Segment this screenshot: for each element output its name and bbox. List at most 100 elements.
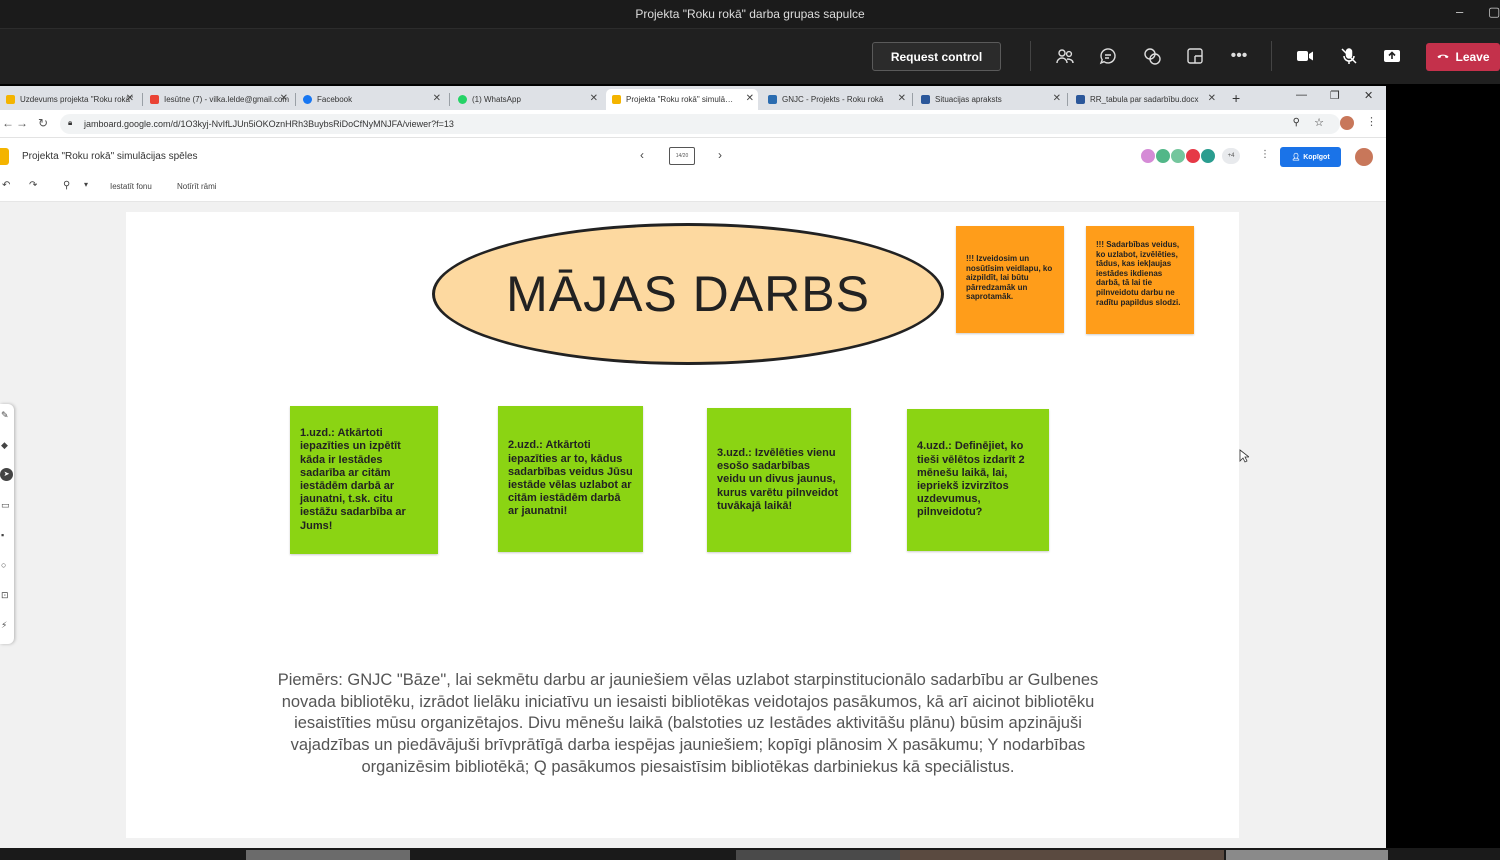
minimize-icon[interactable]: — [1296, 89, 1307, 101]
undo-icon[interactable]: ↶ [2, 180, 10, 191]
browser-tab[interactable]: (1) WhatsApp ✕ [452, 89, 602, 110]
video-thumbnail[interactable] [736, 850, 900, 860]
browser-tab[interactable]: GNJC - Projekts - Roku rokā ✕ [762, 89, 910, 110]
collaborator-avatar [1155, 148, 1171, 164]
zoom-dropdown-icon[interactable]: ▾ [84, 180, 88, 189]
close-tab-icon[interactable]: ✕ [1208, 93, 1216, 104]
word-icon [921, 95, 930, 104]
browser-tab[interactable]: Uzdevums projekta "Roku rokā" ✕ [0, 89, 138, 110]
user-avatar[interactable] [1355, 148, 1373, 166]
forward-icon[interactable]: → [16, 116, 28, 130]
camera-icon[interactable] [1292, 43, 1318, 69]
browser-tab-active[interactable]: Projekta "Roku rokā" simulācijas spēles … [606, 89, 758, 110]
sticky-note-task[interactable]: 2.uzd.: Atkārtoti iepazīties ar to, kādu… [498, 406, 643, 552]
close-tab-icon[interactable]: ✕ [746, 93, 754, 104]
word-icon [1076, 95, 1085, 104]
close-tab-icon[interactable]: ✕ [433, 93, 441, 104]
tab-favicon-icon [6, 95, 15, 104]
sticky-note-orange[interactable]: !!! Izveidosim un nosūtīsim veidlapu, ko… [956, 226, 1064, 333]
gmail-icon [150, 95, 159, 104]
close-tab-icon[interactable]: ✕ [126, 93, 134, 104]
heading-ellipse[interactable]: MĀJAS DARBS [432, 223, 944, 365]
lock-icon: 🔒︎ [68, 118, 73, 127]
close-window-icon[interactable]: ✕ [1364, 89, 1373, 102]
text-box-icon[interactable]: ⊡ [1, 590, 9, 601]
video-thumbnail[interactable] [1226, 850, 1388, 860]
close-tab-icon[interactable]: ✕ [590, 93, 598, 104]
example-text-box[interactable]: Piemērs: GNJC "Bāze", lai sekmētu darbu … [272, 670, 1104, 779]
bookmark-star-icon[interactable]: ☆ [1314, 116, 1324, 129]
sticky-note-task[interactable]: 4.uzd.: Definējiet, ko tieši vēlētos izd… [907, 409, 1049, 551]
browser-tab[interactable]: Situacijas apraksts ✕ [915, 89, 1065, 110]
sticky-note-task[interactable]: 1.uzd.: Atkārtoti iepazīties un izpētīt … [290, 406, 438, 554]
collaborator-avatar [1185, 148, 1201, 164]
close-tab-icon[interactable]: ✕ [1053, 93, 1061, 104]
reload-icon[interactable]: ↻ [38, 116, 48, 130]
share-screen-icon[interactable] [1379, 43, 1405, 69]
microphone-muted-icon[interactable] [1336, 43, 1362, 69]
clear-frame-button[interactable]: Notīrīt rāmi [177, 182, 217, 191]
meeting-title: Projekta "Roku rokā" darba grupas sapulc… [635, 7, 865, 21]
set-background-button[interactable]: Iestatīt fonu [110, 182, 152, 191]
person-add-icon: 👤︎ [1291, 154, 1301, 161]
maximize-icon[interactable]: ▢ [1488, 4, 1500, 20]
zoom-icon[interactable]: ⚲ [1293, 117, 1300, 128]
sticky-note-orange[interactable]: !!! Sadarbības veidus, ko uzlabot, izvēl… [1086, 226, 1194, 334]
more-options-icon[interactable]: ••• [1226, 43, 1252, 69]
browser-tab-strip: Uzdevums projekta "Roku rokā" ✕ Iesūtne … [0, 86, 1386, 110]
whatsapp-icon [458, 95, 467, 104]
profile-avatar[interactable] [1340, 116, 1354, 130]
teams-toolbar: Request control ••• Leave [0, 28, 1500, 84]
frame-bar-button[interactable]: 14/20 [669, 147, 695, 165]
phone-hangup-icon [1436, 49, 1450, 66]
new-tab-icon[interactable]: + [1232, 90, 1240, 106]
browser-menu-icon[interactable]: ⋮ [1366, 115, 1377, 128]
leave-button[interactable]: Leave [1426, 43, 1500, 71]
chat-icon[interactable] [1095, 43, 1121, 69]
jamboard-logo-icon[interactable] [0, 148, 9, 165]
jamboard-header: Projekta "Roku rokā" simulācijas spēles … [0, 138, 1386, 174]
jam-title[interactable]: Projekta "Roku rokā" simulācijas spēles [22, 151, 198, 162]
restore-icon[interactable]: ❐ [1330, 89, 1340, 102]
browser-tab[interactable]: Iesūtne (7) - vilka.lelde@gmail.com ✕ [144, 89, 292, 110]
right-panel [1386, 86, 1500, 848]
mouse-cursor-icon [1239, 449, 1249, 463]
reactions-icon[interactable] [1139, 43, 1165, 69]
jamboard-icon [612, 95, 621, 104]
jam-menu-icon[interactable]: ⋮ [1260, 149, 1270, 160]
redo-icon[interactable]: ↷ [29, 180, 37, 191]
more-collaborators-badge[interactable]: +4 [1222, 148, 1240, 164]
next-frame-icon[interactable]: › [718, 148, 722, 162]
pen-icon[interactable]: ✎ [1, 410, 9, 421]
tool-rail: ✎ ◆ ➤ ▭ ▪ ○ ⊡ ⚡︎ [0, 404, 14, 644]
leave-label: Leave [1455, 50, 1490, 64]
select-icon[interactable]: ➤ [0, 468, 13, 481]
circle-icon[interactable]: ○ [1, 560, 6, 570]
close-tab-icon[interactable]: ✕ [898, 93, 906, 104]
back-icon[interactable]: ← [2, 116, 14, 130]
browser-tab[interactable]: Facebook ✕ [297, 89, 445, 110]
collaborator-avatar [1200, 148, 1216, 164]
previous-frame-icon[interactable]: ‹ [640, 148, 644, 162]
sticky-note-task[interactable]: 3.uzd.: Izvēlēties vienu esošo sadarbība… [707, 408, 851, 552]
gnjc-icon [768, 95, 777, 104]
video-thumbnail[interactable] [246, 850, 410, 860]
zoom-icon[interactable]: ⚲ [63, 180, 70, 191]
share-button[interactable]: 👤︎ Kopīgot [1280, 147, 1341, 167]
url-input[interactable]: 🔒︎ jamboard.google.com/d/1O3kyj-NvIfLJUn… [60, 114, 1340, 134]
rooms-icon[interactable] [1182, 43, 1208, 69]
address-bar-row: ← → ↻ 🔒︎ jamboard.google.com/d/1O3kyj-Nv… [0, 110, 1386, 138]
laser-icon[interactable]: ⚡︎ [1, 620, 7, 631]
image-icon[interactable]: ▪ [1, 530, 4, 540]
teams-title-bar: Projekta "Roku rokā" darba grupas sapulc… [0, 0, 1500, 28]
request-control-button[interactable]: Request control [872, 42, 1001, 71]
minimize-icon[interactable]: – [1456, 4, 1463, 19]
video-thumbnail[interactable] [900, 850, 1224, 860]
people-icon[interactable] [1052, 43, 1078, 69]
jamboard-toolbar: ↶ ↷ ⚲ ▾ Iestatīt fonu Notīrīt rāmi [0, 174, 1386, 202]
eraser-icon[interactable]: ◆ [1, 440, 8, 451]
close-tab-icon[interactable]: ✕ [280, 93, 288, 104]
toolbar-divider [1030, 41, 1031, 71]
browser-tab[interactable]: RR_tabula par sadarbību.docx ✕ [1070, 89, 1220, 110]
sticky-note-icon[interactable]: ▭ [1, 500, 10, 511]
